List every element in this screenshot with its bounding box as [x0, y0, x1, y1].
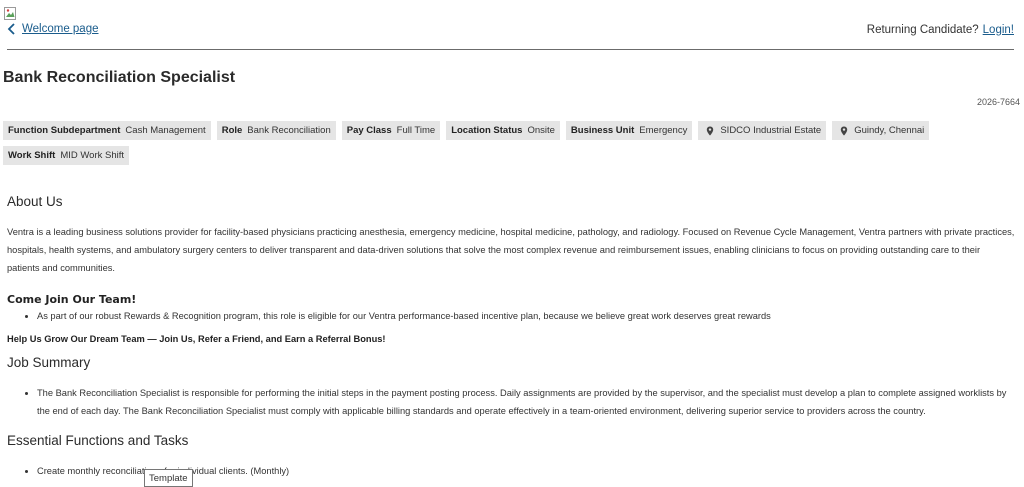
tag-value: Full Time [396, 125, 436, 136]
tag-value: Cash Management [125, 125, 206, 136]
tag-location-2: Guindy, Chennai [832, 121, 930, 140]
join-team-heading: Come Join Our Team! [7, 293, 137, 306]
broken-image-icon [4, 7, 16, 20]
tag-value: SIDCO Industrial Estate [720, 125, 822, 136]
location-pin-icon [707, 126, 714, 135]
about-us-heading: About Us [7, 194, 63, 209]
tag-key: Function Subdepartment [8, 125, 121, 136]
tag-value: MID Work Shift [60, 150, 125, 161]
tag-business-unit: Business Unit Emergency [565, 121, 693, 140]
tag-location-status: Location Status Onsite [446, 121, 560, 140]
location-pin-icon [841, 126, 848, 135]
tag-value: Emergency [639, 125, 688, 136]
tag-key: Business Unit [570, 125, 635, 136]
job-description: About Us Ventra is a leading business so… [7, 194, 1015, 480]
essential-functions-heading: Essential Functions and Tasks [7, 433, 189, 448]
tag-key: Work Shift [8, 150, 56, 161]
job-summary-heading: Job Summary [7, 355, 91, 370]
referral-text: Help Us Grow Our Dream Team — Join Us, R… [7, 334, 386, 344]
returning-candidate: Returning Candidate? Login! [867, 24, 1014, 36]
chevron-left-icon [7, 23, 15, 35]
login-link[interactable]: Login! [983, 24, 1014, 36]
tag-function-subdepartment: Function Subdepartment Cash Management [3, 121, 211, 140]
tag-pay-class: Pay Class Full Time [341, 121, 441, 140]
job-title: Bank Reconciliation Specialist [3, 69, 236, 86]
tag-key: Pay Class [346, 125, 392, 136]
tag-role: Role Bank Reconciliation [216, 121, 336, 140]
tag-key: Location Status [451, 125, 523, 136]
tag-value: Onsite [527, 125, 555, 136]
about-us-text: Ventra is a leading business solutions p… [7, 227, 1015, 273]
tag-key: Role [221, 125, 243, 136]
returning-candidate-text: Returning Candidate? [866, 24, 979, 36]
requisition-id: 2026-7664 [976, 97, 1020, 107]
join-team-list: As part of our robust Rewards & Recognit… [7, 307, 1015, 325]
job-summary-list: The Bank Reconciliation Specialist is re… [7, 384, 1015, 420]
header-divider [7, 49, 1014, 50]
job-attribute-tags: Function Subdepartment Cash Management R… [3, 121, 1013, 165]
tag-work-shift: Work Shift MID Work Shift [3, 146, 130, 165]
list-item: The Bank Reconciliation Specialist is re… [37, 384, 1015, 420]
welcome-page-link[interactable]: Welcome page [7, 23, 99, 35]
tag-value: Bank Reconciliation [247, 125, 331, 136]
tag-location-1: SIDCO Industrial Estate [698, 121, 827, 140]
list-item: As part of our robust Rewards & Recognit… [37, 307, 1015, 325]
welcome-page-label: Welcome page [22, 23, 99, 35]
tag-value: Guindy, Chennai [854, 125, 925, 136]
template-tooltip: Template [144, 469, 193, 487]
top-navigation: Welcome page Returning Candidate? Login! [0, 20, 1014, 48]
